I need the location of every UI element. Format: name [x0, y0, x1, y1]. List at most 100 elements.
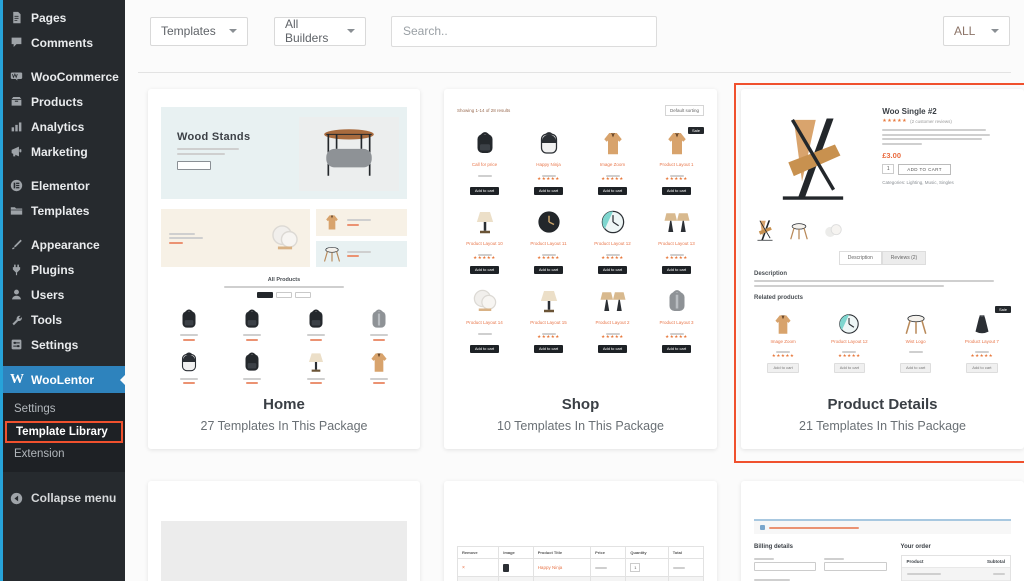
card-title: Home [148, 396, 420, 413]
menu-item-icon [10, 120, 23, 133]
product-details-preview-thumbnail: Woo Single #2 ★★★★★ (2 customer reviews) [741, 89, 1024, 388]
chevron-down-icon [229, 29, 237, 37]
card-subtitle: 21 Templates In This Package [741, 419, 1024, 433]
cart-row: × Happy Ninja 1 [458, 559, 704, 577]
menu-item-label: Analytics [31, 120, 84, 134]
sidebar-menu-item[interactable]: Tools [3, 307, 125, 332]
preview-product: Product Layout 7 Add to cart [953, 311, 1011, 374]
product-thumbnail [903, 311, 929, 337]
menu-item-label: Appearance [31, 238, 100, 252]
product-thumbnail [239, 306, 265, 332]
card-title: Shop [444, 396, 717, 413]
submenu-item[interactable]: Settings [3, 399, 125, 420]
menu-item-label: WooCommerce [31, 70, 119, 84]
product-rating-stars [754, 344, 812, 349]
template-cards-grid: Wood Stands [125, 73, 1024, 581]
menu-item-label: Templates [31, 204, 89, 218]
woolentor-template-library-screen: Pages Comments WooCommerce Products Anal… [0, 0, 1024, 581]
gallery-thumb-spheres [822, 219, 844, 243]
add-to-cart-mini-button: Add to cart [470, 345, 499, 353]
preview-product: Image Zoom Add to cart [754, 311, 812, 374]
sidebar-menu-item[interactable]: Analytics [3, 114, 125, 139]
menu-item-label: Users [31, 288, 64, 302]
template-type-dropdown[interactable]: Templates [150, 17, 248, 46]
product-thumbnail [534, 128, 564, 158]
template-card-partial-1[interactable] [148, 481, 420, 581]
product-thumbnail [598, 286, 628, 316]
sidebar-menu-item[interactable]: Settings [3, 332, 125, 357]
sidebar-menu-item[interactable]: Pages [3, 5, 125, 30]
sidebar-menu-item[interactable]: Products [3, 89, 125, 114]
sidebar-menu-item[interactable]: Users [3, 282, 125, 307]
category-filter-dropdown[interactable]: ALL [943, 16, 1010, 46]
product-thumbnail [662, 128, 692, 158]
shop-preview-thumbnail: Showing 1-14 of 28 results Default sorti… [444, 89, 717, 388]
product-thumbnail [176, 349, 202, 375]
preview-product: Call for price Add to cart [457, 128, 512, 197]
add-to-cart-mini-button: Add to cart [598, 266, 627, 274]
preview-product: Product Layout 12 Add to cart [820, 311, 878, 374]
product-rating-stars [649, 167, 704, 172]
cart-table: RemoveImageProduct TitlePriceQuantityTot… [457, 546, 704, 581]
shop-product-grid: Call for price Add to cart Happy Ninja A… [457, 128, 704, 355]
template-card-partial-cart[interactable]: RemoveImageProduct TitlePriceQuantityTot… [444, 481, 717, 581]
woolentor-submenu: SettingsTemplate LibraryExtension [3, 393, 125, 472]
sidebar-menu-item[interactable]: Plugins [3, 257, 125, 282]
card-caption: Product Details 21 Templates In This Pac… [741, 388, 1024, 449]
sidebar-menu-item[interactable]: WooCommerce [3, 64, 125, 89]
menu-item-icon [10, 179, 23, 192]
template-card-shop[interactable]: Showing 1-14 of 28 results Default sorti… [444, 89, 717, 449]
product-thumbnail [969, 311, 995, 337]
sidebar-menu-item[interactable]: Comments [3, 30, 125, 55]
add-to-cart-mini-button: Add to cart [534, 187, 563, 195]
cart-row: × Image Zoom 1 [458, 577, 704, 581]
product-thumbnail [770, 311, 796, 337]
card-title: Product Details [741, 396, 1024, 413]
add-to-cart-button: ADD TO CART [898, 164, 951, 175]
add-to-cart-mini-button: Add to cart [598, 345, 627, 353]
table-illustration [318, 123, 380, 185]
sidebar-menu-item[interactable]: Templates [3, 198, 125, 223]
related-products-grid: Image Zoom Add to cart Product Layout 12… [754, 311, 1011, 374]
preview-product [352, 306, 408, 344]
add-to-cart-mini-button: Add to cart [662, 345, 691, 353]
collapse-label: Collapse menu [31, 491, 116, 505]
menu-item-icon [10, 11, 23, 24]
sidebar-item-woolentor[interactable]: W WooLentor [3, 366, 125, 393]
product-rating-stars [457, 167, 512, 172]
submenu-item[interactable]: Extension [3, 444, 125, 465]
product-thumbnail [836, 311, 862, 337]
product-thumbnail [534, 207, 564, 237]
preview-product [225, 349, 281, 387]
woolentor-label: WooLentor [31, 373, 94, 387]
cart-item-thumbnail [503, 564, 509, 572]
gallery-thumb-chair [754, 219, 776, 243]
order-column-header: Subtotal [987, 559, 1005, 564]
sidebar-menu-item[interactable]: Elementor [3, 173, 125, 198]
product-rating-stars [457, 246, 512, 251]
template-card-product-details[interactable]: Woo Single #2 ★★★★★ (2 customer reviews) [741, 89, 1024, 449]
menu-item-icon [10, 313, 23, 326]
collapse-icon [10, 492, 23, 505]
collapse-menu-button[interactable]: Collapse menu [3, 491, 125, 505]
order-summary-table: ProductSubtotal Subtotal Total [901, 555, 1011, 581]
template-card-home[interactable]: Wood Stands [148, 89, 420, 449]
preview-product: Product Layout 15 Add to cart [521, 286, 576, 355]
template-card-partial-checkout[interactable]: Billing details Your order [741, 481, 1024, 581]
sidebar-menu-item[interactable]: Marketing [3, 139, 125, 164]
preview-product: Product Layout 2 Add to cart [585, 286, 640, 355]
menu-item-label: Plugins [31, 263, 74, 277]
home-product-grid [161, 306, 407, 387]
checkout-notice-bar [754, 519, 1011, 534]
tab-description: Description [839, 251, 882, 265]
product-thumbnail [366, 306, 392, 332]
menu-item-icon [10, 263, 23, 276]
sidebar-menu-item[interactable]: Appearance [3, 232, 125, 257]
builder-filter-dropdown[interactable]: All Builders [274, 17, 366, 46]
search-input[interactable] [391, 16, 657, 47]
product-thumbnail [662, 207, 692, 237]
menu-item-icon [10, 70, 23, 83]
submenu-item[interactable]: Template Library [5, 421, 123, 443]
product-rating-stars [585, 167, 640, 172]
add-to-cart-mini-button: Add to cart [470, 266, 499, 274]
